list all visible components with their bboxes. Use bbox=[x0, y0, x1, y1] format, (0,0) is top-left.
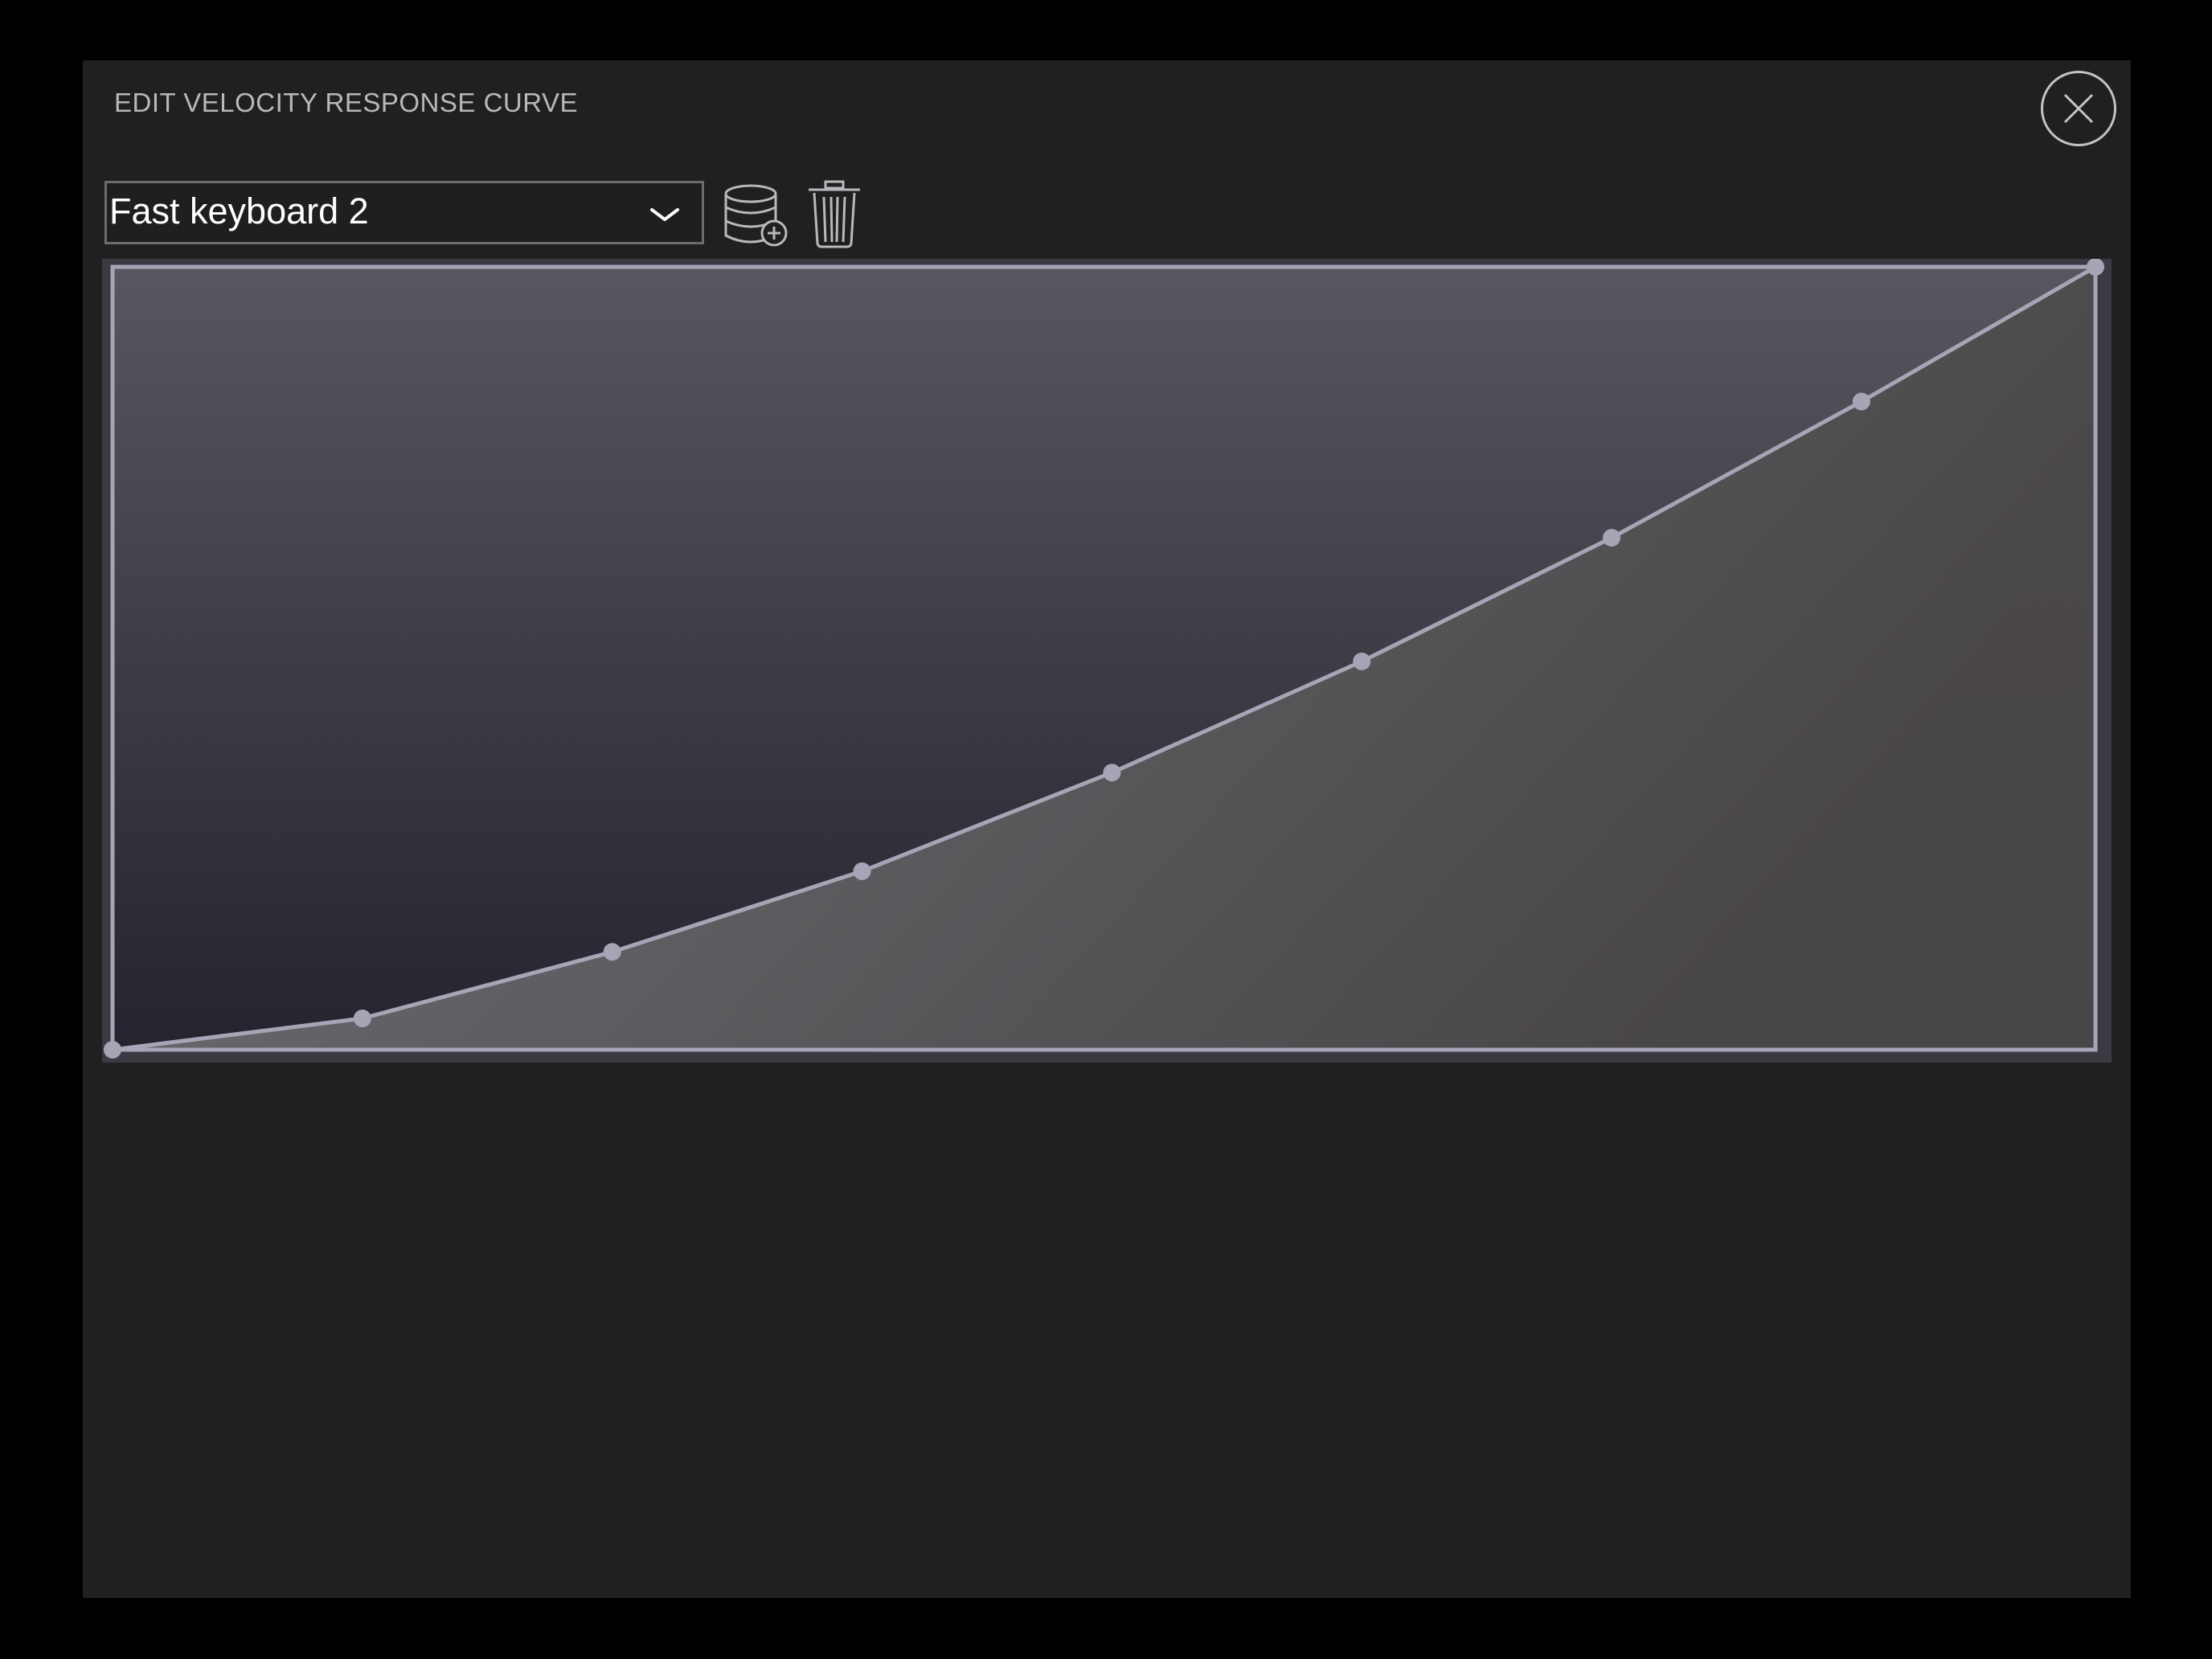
curve-point-handle[interactable] bbox=[2087, 259, 2104, 276]
database-add-icon bbox=[724, 184, 788, 247]
velocity-curve-graph[interactable] bbox=[102, 259, 2120, 1063]
delete-preset-button[interactable] bbox=[806, 179, 862, 250]
curve-point-handle[interactable] bbox=[1103, 764, 1121, 782]
curve-point-handle[interactable] bbox=[1603, 529, 1621, 547]
velocity-curve-dialog: EDIT VELOCITY RESPONSE CURVE Fast keyboa… bbox=[83, 60, 2131, 1598]
curve-point-handle[interactable] bbox=[603, 943, 621, 961]
close-icon bbox=[2063, 93, 2094, 124]
curve-point-handle[interactable] bbox=[1852, 392, 1870, 411]
save-preset-button[interactable] bbox=[722, 179, 793, 250]
close-button[interactable] bbox=[2041, 71, 2116, 146]
curve-point-handle[interactable] bbox=[853, 862, 871, 880]
dialog-title: EDIT VELOCITY RESPONSE CURVE bbox=[114, 88, 578, 117]
preset-selected-value: Fast keyboard 2 bbox=[109, 190, 369, 231]
curve-point-handle[interactable] bbox=[1353, 652, 1371, 670]
chevron-down-icon bbox=[650, 208, 679, 221]
trash-icon bbox=[809, 180, 860, 248]
curve-point-handle[interactable] bbox=[104, 1041, 121, 1059]
curve-point-handle[interactable] bbox=[353, 1010, 371, 1028]
preset-dropdown[interactable]: Fast keyboard 2 bbox=[104, 181, 704, 244]
